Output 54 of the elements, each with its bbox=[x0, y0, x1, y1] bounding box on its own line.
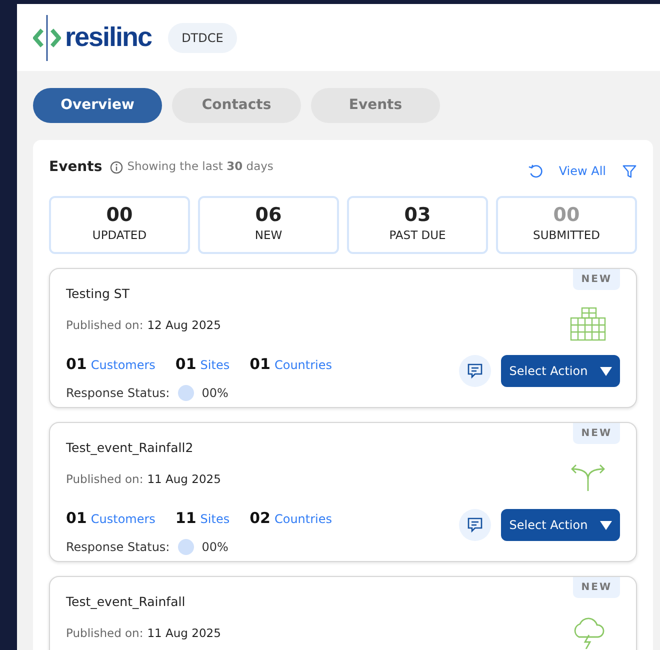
info-icon bbox=[110, 160, 124, 174]
tab[interactable]: Contacts bbox=[172, 88, 301, 123]
summary-count: 03 bbox=[403, 204, 432, 227]
logo-text: resilinc bbox=[65, 24, 152, 51]
status-badge: NEW bbox=[573, 269, 620, 290]
summary-label: UPDATED bbox=[91, 226, 148, 244]
response-status-label: Response Status: bbox=[66, 538, 170, 556]
comment-button[interactable] bbox=[459, 355, 491, 388]
logo-icon bbox=[33, 14, 61, 60]
date-range-text: Showing the last 30 days bbox=[127, 158, 274, 176]
summary-label: NEW bbox=[254, 226, 284, 244]
refresh-icon[interactable] bbox=[528, 164, 543, 178]
status-badge: NEW bbox=[573, 423, 620, 444]
summary-card[interactable]: 00 UPDATED bbox=[49, 196, 190, 254]
count-link[interactable]: 02 Countries bbox=[250, 506, 332, 530]
published-label: Published on: bbox=[66, 472, 144, 486]
count-link[interactable]: 01 Customers bbox=[66, 506, 156, 530]
tab[interactable]: Events bbox=[311, 88, 440, 123]
response-percent: 00% bbox=[202, 384, 228, 402]
select-action-button[interactable]: Select Action bbox=[501, 509, 620, 542]
published-label: Published on: bbox=[66, 626, 144, 640]
filter-icon[interactable] bbox=[622, 164, 637, 178]
caret-icon bbox=[600, 520, 612, 530]
view-all-link[interactable]: View All bbox=[558, 162, 606, 180]
response-status-label: Response Status: bbox=[66, 384, 170, 402]
count-link[interactable]: 11 Sites bbox=[175, 506, 230, 530]
published-date: 11 Aug 2025 bbox=[147, 626, 221, 640]
tab[interactable]: Overview bbox=[33, 88, 162, 123]
summary-card[interactable]: 06 NEW bbox=[198, 196, 339, 254]
comment-button[interactable] bbox=[459, 509, 491, 542]
summary-count: 00 bbox=[552, 204, 581, 227]
panel-title: Events bbox=[49, 158, 102, 176]
summary-label: SUBMITTED bbox=[532, 226, 601, 244]
published-label: Published on: bbox=[66, 318, 144, 332]
progress-ring bbox=[178, 384, 194, 401]
summary-card[interactable]: 00 SUBMITTED bbox=[496, 196, 637, 254]
response-percent: 00% bbox=[202, 538, 228, 556]
progress-ring bbox=[178, 538, 194, 555]
comment-icon bbox=[467, 363, 483, 380]
summary-count: 06 bbox=[254, 204, 283, 227]
status-badge: NEW bbox=[573, 577, 620, 598]
summary-card[interactable]: 03 PAST DUE bbox=[347, 196, 488, 254]
caret-icon bbox=[600, 366, 612, 376]
summary-label: PAST DUE bbox=[388, 226, 447, 244]
count-link[interactable]: 01 Customers bbox=[66, 352, 156, 376]
summary-count: 00 bbox=[105, 204, 134, 227]
organization-badge: DTDCE bbox=[168, 22, 238, 52]
published-date: 11 Aug 2025 bbox=[147, 472, 221, 486]
building-icon bbox=[570, 307, 606, 342]
count-link[interactable]: 01 Countries bbox=[250, 352, 332, 376]
count-link[interactable]: 01 Sites bbox=[175, 352, 230, 376]
select-action-button[interactable]: Select Action bbox=[501, 355, 620, 388]
comment-icon bbox=[467, 517, 483, 534]
published-date: 12 Aug 2025 bbox=[147, 318, 221, 332]
